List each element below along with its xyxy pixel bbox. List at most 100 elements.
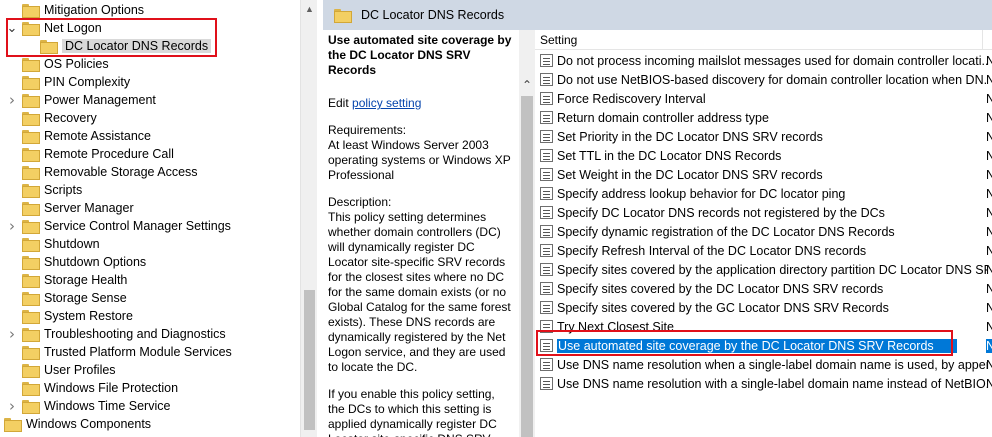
description-scrollbar[interactable]: ⌃ (519, 30, 535, 437)
setting-row[interactable]: Specify DC Locator DNS records not regis… (535, 203, 992, 222)
tree-item[interactable]: OS Policies (6, 55, 109, 73)
folder-icon (22, 346, 40, 360)
setting-row[interactable]: Specify sites covered by the GC Locator … (535, 298, 992, 317)
folder-icon (22, 292, 40, 306)
description-text: This policy setting determines whether d… (328, 210, 511, 374)
folder-icon (22, 184, 40, 198)
tree-item[interactable]: Shutdown (6, 235, 100, 253)
setting-name: Return domain controller address type (557, 110, 769, 125)
tree-scrollbar[interactable]: ▲ (300, 0, 317, 437)
tree-item[interactable]: PIN Complexity (6, 73, 130, 91)
setting-row[interactable]: Set TTL in the DC Locator DNS Records N (535, 146, 992, 165)
setting-row[interactable]: Force Rediscovery Interval N (535, 89, 992, 108)
selected-setting-highlight-box (536, 330, 953, 356)
scroll-up-arrow-icon[interactable]: ▲ (305, 4, 314, 14)
policy-setting-icon (540, 187, 553, 200)
tree-item[interactable]: Windows Components (0, 415, 151, 433)
tree-item[interactable]: Server Manager (6, 199, 134, 217)
setting-state: N (986, 72, 992, 87)
tree-item-label: Remote Procedure Call (44, 147, 174, 161)
folder-icon (22, 400, 40, 414)
setting-name: Specify Refresh Interval of the DC Locat… (557, 243, 867, 258)
setting-name: Specify sites covered by the application… (557, 262, 987, 277)
tree-item[interactable]: User Profiles (6, 361, 116, 379)
setting-row[interactable]: Specify Refresh Interval of the DC Locat… (535, 241, 992, 260)
tree-item-label: Shutdown (44, 237, 100, 251)
setting-state: N (986, 281, 992, 296)
policy-setting-icon (540, 149, 553, 162)
setting-state: N (986, 357, 992, 372)
net-logon-highlight-box (6, 18, 217, 57)
setting-name: Do not use NetBIOS-based discovery for d… (557, 72, 987, 87)
setting-state: N (986, 148, 992, 163)
tree-item[interactable]: › Power Management (6, 91, 156, 109)
column-setting[interactable]: Setting (540, 33, 577, 47)
setting-state: N (986, 376, 992, 391)
setting-row[interactable]: Do not process incoming mailslot message… (535, 51, 992, 70)
folder-icon (22, 112, 40, 126)
setting-row[interactable]: Set Priority in the DC Locator DNS SRV r… (535, 127, 992, 146)
folder-icon (22, 76, 40, 90)
setting-row[interactable]: Specify dynamic registration of the DC L… (535, 222, 992, 241)
tree-item[interactable]: Windows File Protection (6, 379, 178, 397)
tree-item[interactable]: › Service Control Manager Settings (6, 217, 231, 235)
tree-item[interactable]: Storage Health (6, 271, 127, 289)
setting-row[interactable]: Do not use NetBIOS-based discovery for d… (535, 70, 992, 89)
tree-item-label: Service Control Manager Settings (44, 219, 231, 233)
setting-name: Specify sites covered by the DC Locator … (557, 281, 884, 296)
policy-setting-icon (540, 92, 553, 105)
tree-item[interactable]: › Windows Time Service (6, 397, 170, 415)
tree-item[interactable]: Remote Assistance (6, 127, 151, 145)
setting-row[interactable]: Specify sites covered by the DC Locator … (535, 279, 992, 298)
tree-item[interactable]: System Restore (6, 307, 133, 325)
extended-description: Use automated site coverage by the DC Lo… (323, 30, 519, 437)
tree-item-label: Recovery (44, 111, 97, 125)
chevron-right-icon[interactable]: › (6, 325, 18, 343)
folder-icon (22, 166, 40, 180)
setting-row[interactable]: Set Weight in the DC Locator DNS SRV rec… (535, 165, 992, 184)
tree-item-label: Storage Health (44, 273, 128, 287)
setting-row[interactable]: Specify sites covered by the application… (535, 260, 992, 279)
policy-setting-icon (540, 130, 553, 143)
requirements-label: Requirements: (328, 123, 407, 137)
description-label: Description: (328, 195, 392, 209)
tree-scroll-thumb[interactable] (304, 290, 315, 430)
setting-row[interactable]: Return domain controller address type N (535, 108, 992, 127)
setting-name: Set TTL in the DC Locator DNS Records (557, 148, 782, 163)
chevron-right-icon[interactable]: › (6, 91, 18, 109)
chevron-right-icon[interactable]: › (6, 397, 18, 415)
scroll-up-caret-icon[interactable]: ⌃ (522, 78, 532, 92)
navigation-tree: Mitigation Options ⌄ Net Logon DC Locator D… (0, 0, 300, 437)
tree-item[interactable]: Remote Procedure Call (6, 145, 174, 163)
tree-item-label: Windows File Protection (44, 381, 179, 395)
tree-item[interactable]: › Troubleshooting and Diagnostics (6, 325, 226, 343)
column-divider[interactable] (982, 30, 983, 50)
edit-prefix: Edit (328, 96, 353, 110)
policy-setting-icon (540, 282, 553, 295)
tree-item-label: Windows Time Service (44, 399, 171, 413)
tree-item[interactable]: Mitigation Options (6, 1, 144, 19)
chevron-right-icon[interactable]: › (6, 217, 18, 235)
setting-state: N (986, 186, 992, 201)
tree-item[interactable]: Trusted Platform Module Services (6, 343, 232, 361)
tree-item[interactable]: Recovery (6, 109, 97, 127)
list-header: Setting (535, 30, 992, 50)
folder-icon (22, 148, 40, 162)
policy-setting-link[interactable]: policy setting (352, 96, 421, 110)
folder-icon (22, 382, 40, 396)
tree-item[interactable]: Removable Storage Access (6, 163, 198, 181)
tree-item[interactable]: Storage Sense (6, 289, 127, 307)
setting-row[interactable]: Specify address lookup behavior for DC l… (535, 184, 992, 203)
tree-item[interactable]: Scripts (6, 181, 82, 199)
setting-row[interactable]: Use DNS name resolution when a single-la… (535, 355, 992, 374)
folder-icon (22, 58, 40, 72)
description-scroll-thumb[interactable] (521, 96, 533, 437)
policy-setting-icon (540, 73, 553, 86)
setting-row[interactable]: Use DNS name resolution with a single-la… (535, 374, 992, 393)
setting-name: Set Priority in the DC Locator DNS SRV r… (557, 129, 823, 144)
setting-name: Specify sites covered by the GC Locator … (557, 300, 889, 315)
tree-item[interactable]: Shutdown Options (6, 253, 146, 271)
tree-item-label: Server Manager (44, 201, 134, 215)
policy-setting-icon (540, 206, 553, 219)
enable-paragraph: If you enable this policy setting, the D… (328, 387, 497, 437)
